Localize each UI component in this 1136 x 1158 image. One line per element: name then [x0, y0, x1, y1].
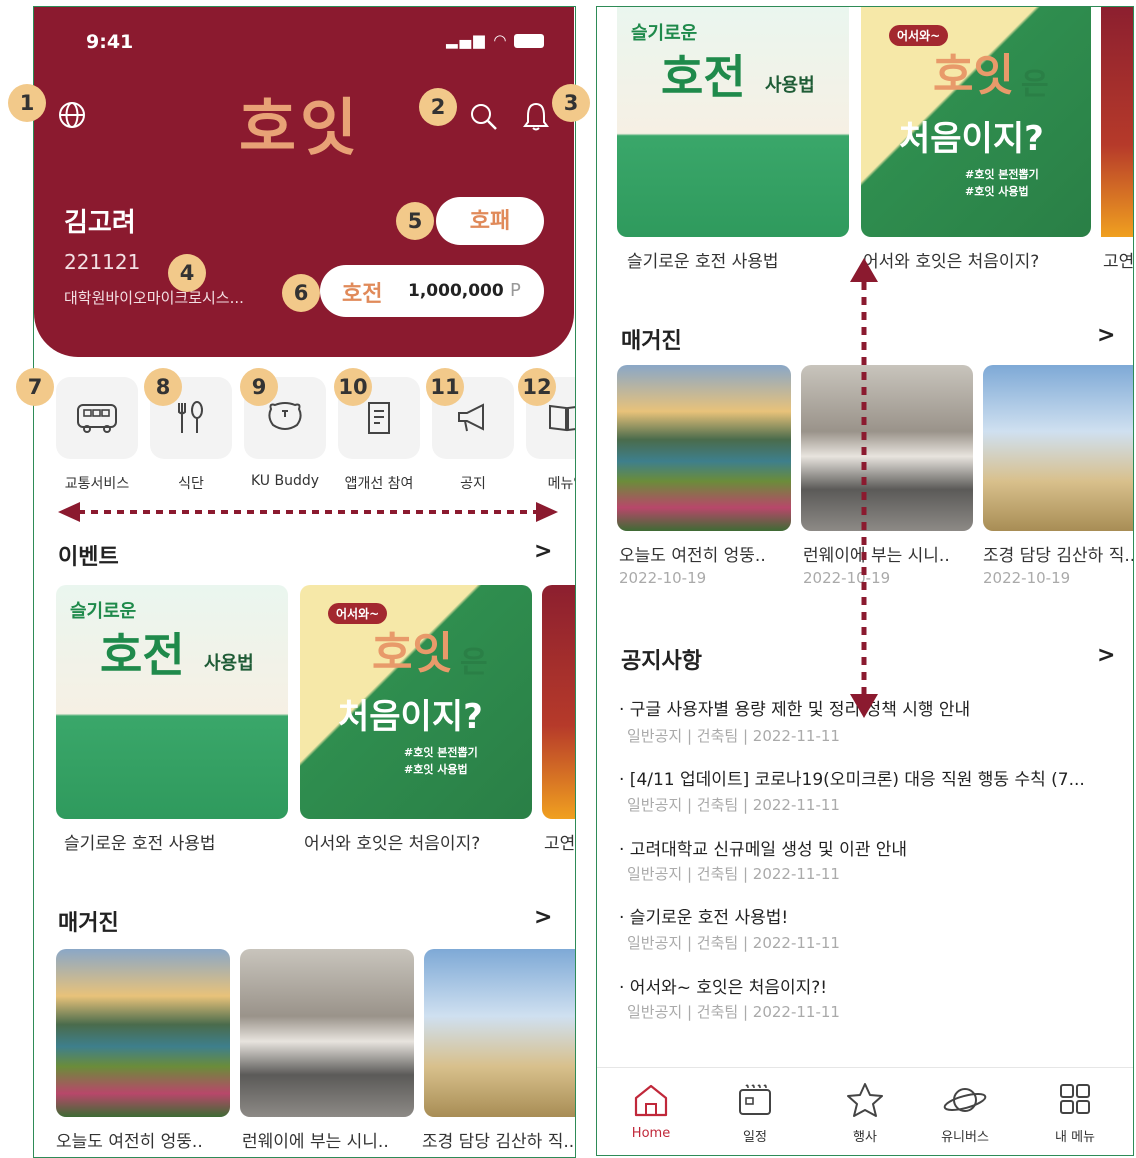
event-card[interactable]: [1101, 7, 1133, 237]
bus-icon: [56, 377, 138, 459]
status-icons: ▂▄▆ ◠: [446, 31, 545, 49]
quick-menu-label: 식단: [178, 476, 204, 492]
quick-menu-label: KU Buddy: [250, 473, 320, 489]
horizontal-scroll-arrow: [58, 502, 558, 522]
annotation-badge: 5: [396, 202, 434, 240]
event-caption: 어서와 호잇은 처음이지?: [863, 252, 1040, 272]
notices-more-chevron[interactable]: >: [1097, 643, 1115, 668]
quick-menu-label: 공지: [460, 476, 486, 492]
magazine-date: 2022-10-19: [619, 569, 707, 587]
magazine-card-image[interactable]: [424, 949, 575, 1117]
annotation-badge: 10: [334, 368, 372, 406]
notices-title: 공지사항: [621, 649, 702, 674]
event-caption: 고연전: [544, 834, 576, 854]
annotation-badge: 8: [144, 368, 182, 406]
nav-schedule[interactable]: 일정: [715, 1082, 795, 1145]
magazine-caption: 조경 담당 김산하 직..: [422, 1132, 575, 1152]
bell-icon[interactable]: [521, 100, 551, 136]
notice-item-title[interactable]: · 슬기로운 호전 사용법!: [619, 903, 788, 928]
vertical-scroll-arrow: [850, 258, 878, 718]
quick-menu-label: 교통서비스: [64, 476, 130, 492]
nav-label: 유니버스: [941, 1130, 989, 1145]
globe-icon[interactable]: [56, 99, 88, 135]
point-balance-button[interactable]: 호전 1,000,000 P: [320, 265, 544, 317]
annotation-badge: 1: [8, 84, 46, 122]
magazine-card-image[interactable]: [56, 949, 230, 1117]
notice-item-meta: 일반공지 | 건축팀 | 2022-11-11: [627, 865, 840, 883]
annotation-badge: 9: [240, 368, 278, 406]
magazine-title: 매거진: [621, 329, 682, 354]
notice-item-title[interactable]: · 구글 사용자별 용량 제한 및 정리 정책 시행 안내: [619, 695, 970, 720]
event-card[interactable]: [542, 585, 575, 819]
user-name: 김고려: [64, 208, 136, 238]
annotation-badge: 4: [168, 254, 206, 292]
magazine-title: 매거진: [58, 911, 119, 936]
nav-label: 내 메뉴: [1054, 1130, 1095, 1145]
magazine-more-chevron[interactable]: >: [534, 905, 552, 930]
battery-icon: [514, 33, 545, 48]
nav-events[interactable]: 행사: [825, 1082, 905, 1145]
user-department: 대학원바이오마이크로시스...: [64, 289, 244, 307]
quick-menu-label: 메뉴얼: [547, 476, 575, 492]
annotation-badge: 7: [16, 368, 54, 406]
quick-menu-transport[interactable]: 교통서비스: [56, 377, 138, 493]
nav-home[interactable]: Home: [611, 1082, 691, 1141]
notice-item-title[interactable]: · 고려대학교 신규메일 생성 및 이관 안내: [619, 835, 907, 860]
nav-label: Home: [631, 1126, 671, 1141]
nav-my-menu[interactable]: 내 메뉴: [1035, 1082, 1115, 1145]
notice-item-meta: 일반공지 | 건축팀 | 2022-11-11: [627, 1003, 840, 1021]
notice-item-meta: 일반공지 | 건축팀 | 2022-11-11: [627, 796, 840, 814]
magazine-more-chevron[interactable]: >: [1097, 323, 1115, 348]
left-phone-screen: 9:41 ▂▄▆ ◠ 호잇 김고려 221121 대학원바이오마이크로시스...…: [33, 6, 576, 1158]
magazine-card-image[interactable]: [240, 949, 414, 1117]
events-more-chevron[interactable]: >: [534, 539, 552, 564]
event-caption: 어서와 호잇은 처음이지?: [304, 834, 481, 854]
grid-icon: [1060, 1084, 1090, 1114]
magazine-caption: 오늘도 여전히 엉뚱..: [56, 1132, 203, 1152]
annotation-badge: 11: [426, 368, 464, 406]
user-id: 221121: [64, 250, 141, 274]
calendar-icon: [739, 1084, 771, 1115]
star-icon: [847, 1083, 883, 1117]
quick-menu-label: 앱개선 참여: [344, 476, 414, 492]
notice-item-meta: 일반공지 | 건축팀 | 2022-11-11: [627, 727, 840, 745]
nav-label: 행사: [853, 1130, 877, 1145]
bottom-navigation: Home 일정 행사 유니버스 내 메뉴: [597, 1067, 1133, 1155]
magazine-card-image[interactable]: [801, 365, 973, 531]
app-logo: 호잇: [239, 91, 362, 164]
magazine-caption: 조경 담당 김산하 직..: [983, 546, 1134, 566]
magazine-card-image[interactable]: [983, 365, 1133, 531]
notice-item-title[interactable]: · [4/11 업데이트] 코로나19(오미크론) 대응 직원 행동 수칙 (7…: [619, 765, 1085, 790]
event-card[interactable]: 어서와~ 호잇 은 처음이지? #호잇 본전뽑기 #호잇 사용법: [861, 7, 1091, 237]
point-logo: 호전: [342, 281, 383, 307]
magazine-caption: 런웨이에 부는 시니..: [242, 1132, 389, 1152]
annotation-badge: 12: [518, 368, 556, 406]
event-caption: 슬기로운 호전 사용법: [64, 834, 216, 854]
home-icon: [634, 1084, 668, 1117]
magazine-card-image[interactable]: [617, 365, 791, 531]
notice-item-meta: 일반공지 | 건축팀 | 2022-11-11: [627, 934, 840, 952]
magazine-caption: 오늘도 여전히 엉뚱..: [619, 546, 766, 566]
hopass-button[interactable]: 호패: [436, 197, 544, 245]
event-card[interactable]: 어서와~ 호잇 은 처음이지? #호잇 본전뽑기 #호잇 사용법: [300, 585, 532, 819]
annotation-badge: 6: [282, 274, 320, 312]
status-time: 9:41: [86, 31, 134, 53]
event-caption: 슬기로운 호전 사용법: [627, 252, 779, 272]
notice-item-title[interactable]: · 어서와~ 호잇은 처음이지?!: [619, 973, 827, 998]
event-card[interactable]: 슬기로운 호전 사용법: [617, 7, 849, 237]
search-icon[interactable]: [469, 102, 499, 136]
point-amount: 1,000,000: [408, 281, 504, 301]
point-unit: P: [510, 280, 521, 301]
nav-universe[interactable]: 유니버스: [925, 1082, 1005, 1145]
annotation-badge: 2: [419, 88, 457, 126]
magazine-date: 2022-10-19: [983, 569, 1071, 587]
event-card[interactable]: 슬기로운 호전 사용법: [56, 585, 288, 819]
nav-label: 일정: [743, 1130, 767, 1145]
planet-icon: [943, 1088, 987, 1112]
events-title: 이벤트: [58, 545, 119, 570]
annotation-badge: 3: [552, 84, 590, 122]
event-caption: 고연전: [1103, 252, 1134, 272]
